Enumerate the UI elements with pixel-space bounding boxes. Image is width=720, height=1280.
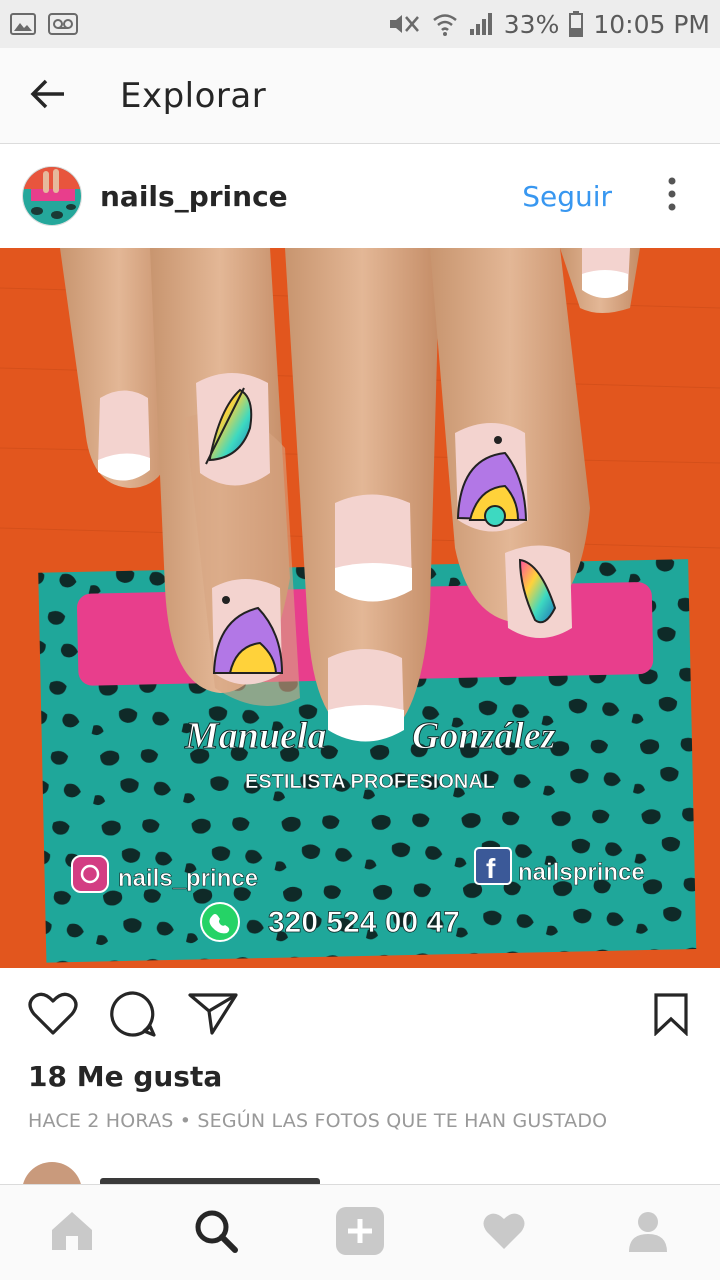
nail-pinky — [98, 390, 150, 481]
svg-text:f: f — [486, 853, 496, 884]
signal-icon — [468, 11, 494, 37]
mute-icon — [388, 11, 422, 37]
next-post-peek — [0, 1160, 720, 1184]
heart-icon — [482, 1211, 526, 1255]
share-button[interactable] — [188, 991, 238, 1041]
card-instagram-handle: nails_prince — [118, 865, 258, 892]
post-username[interactable]: nails_prince — [100, 180, 288, 213]
post-actions — [0, 968, 720, 1064]
arrow-left-icon — [30, 79, 66, 113]
more-vertical-icon — [668, 177, 676, 215]
follow-button[interactable]: Seguir — [522, 180, 612, 213]
page-title: Explorar — [120, 75, 267, 116]
card-instagram-icon — [71, 855, 109, 893]
nail-ring-feather — [196, 373, 270, 486]
app-bar: Explorar — [0, 48, 720, 144]
status-bar: 33% 10:05 PM — [0, 0, 720, 48]
nail-index-mandala — [455, 423, 528, 532]
add-icon — [336, 1206, 384, 1259]
avatar[interactable] — [22, 166, 82, 226]
card-facebook-handle: nailsprince — [518, 859, 645, 886]
back-button[interactable] — [0, 48, 96, 144]
wifi-icon — [432, 11, 458, 37]
comment-icon — [109, 990, 157, 1042]
more-options-button[interactable] — [652, 166, 692, 226]
battery-percent: 33% — [503, 9, 560, 39]
nav-home[interactable] — [32, 1193, 112, 1273]
card-first-name: Manuela — [184, 715, 326, 757]
image-icon — [10, 13, 36, 35]
card-phone: 320 524 00 47 — [268, 906, 460, 939]
post-meta: HACE 2 HORAS • SEGÚN LAS FOTOS QUE TE HA… — [28, 1110, 608, 1132]
card-whatsapp-icon — [200, 902, 240, 942]
share-icon — [188, 992, 238, 1040]
post-header: nails_prince Seguir — [0, 145, 720, 247]
nail-middle — [335, 494, 412, 602]
post-photo[interactable]: Manuela González ESTILISTA PROFESIONAL n… — [0, 248, 720, 968]
likes-count[interactable]: 18 Me gusta — [28, 1060, 222, 1093]
bottom-nav — [0, 1184, 720, 1280]
nail-index-front — [328, 649, 404, 742]
nav-profile[interactable] — [608, 1193, 688, 1273]
nail-middle-feather — [505, 545, 572, 638]
search-icon — [194, 1209, 238, 1257]
profile-icon — [627, 1210, 669, 1256]
nail-thumb-mandala — [212, 579, 284, 685]
nav-search[interactable] — [176, 1193, 256, 1273]
heart-icon — [28, 992, 78, 1040]
voicemail-icon — [48, 13, 78, 35]
nail-small-topright — [582, 248, 630, 298]
nav-activity[interactable] — [464, 1193, 544, 1273]
save-button[interactable] — [646, 991, 696, 1041]
comment-button[interactable] — [108, 991, 158, 1041]
card-role: ESTILISTA PROFESIONAL — [245, 771, 495, 793]
nav-add[interactable] — [320, 1193, 400, 1273]
battery-icon — [569, 11, 584, 37]
card-last-name: González — [412, 715, 556, 757]
bookmark-icon — [653, 992, 689, 1040]
clock: 10:05 PM — [593, 9, 710, 39]
like-button[interactable] — [28, 991, 78, 1041]
home-icon — [50, 1210, 94, 1256]
